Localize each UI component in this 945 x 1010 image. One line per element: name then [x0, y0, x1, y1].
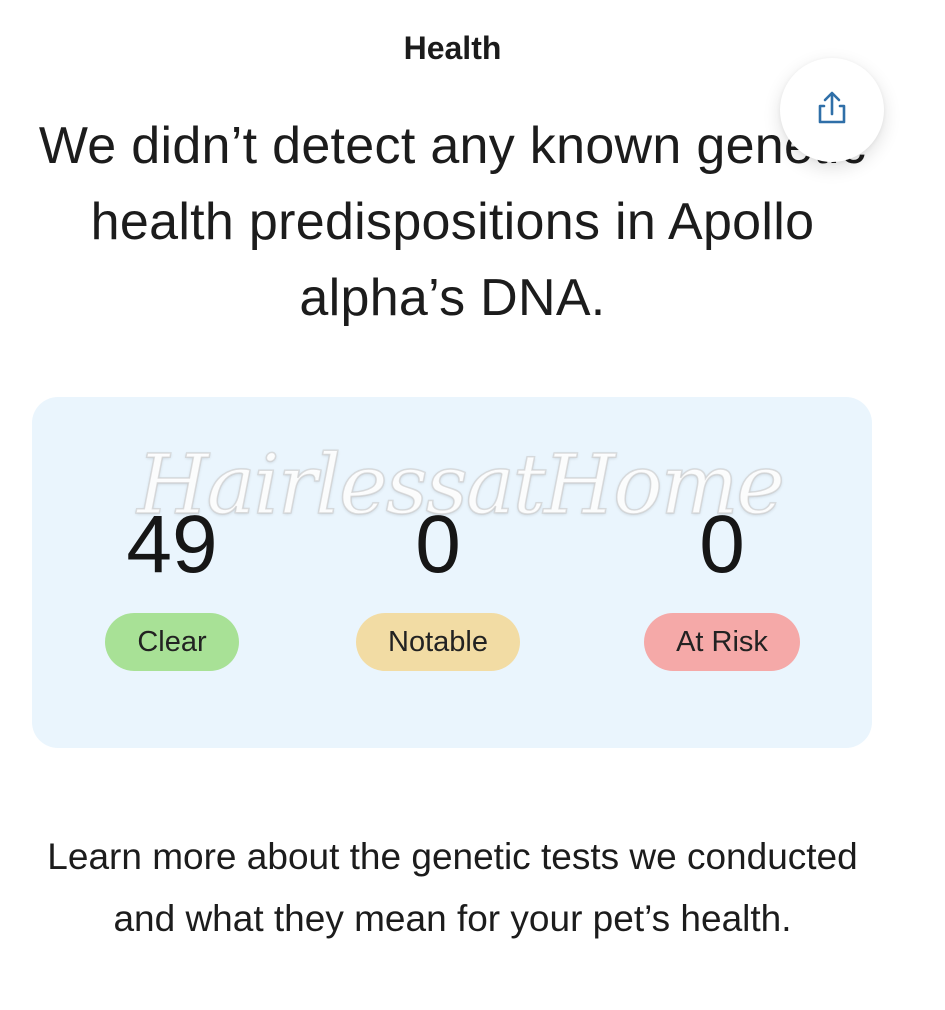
health-headline: We didn’t detect any known genetic healt…	[38, 117, 867, 327]
at-risk-count: 0	[699, 499, 745, 590]
clear-stat[interactable]: 49 Clear	[52, 497, 292, 671]
share-button[interactable]	[780, 58, 884, 162]
results-summary-card: 49 Clear 0 Notable 0 At Risk	[32, 397, 872, 748]
clear-count: 49	[126, 499, 218, 590]
health-summary-page: Health We didn’t detect any known geneti…	[0, 0, 945, 1010]
learn-more-text: Learn more about the genetic tests we co…	[47, 836, 858, 939]
section-title: Health	[403, 30, 502, 66]
notable-count: 0	[415, 499, 461, 590]
notable-badge: Notable	[356, 613, 520, 671]
notable-stat[interactable]: 0 Notable	[318, 497, 558, 671]
clear-badge: Clear	[105, 613, 239, 671]
at-risk-stat[interactable]: 0 At Risk	[602, 497, 842, 671]
share-icon	[812, 88, 852, 133]
at-risk-badge: At Risk	[644, 613, 800, 671]
